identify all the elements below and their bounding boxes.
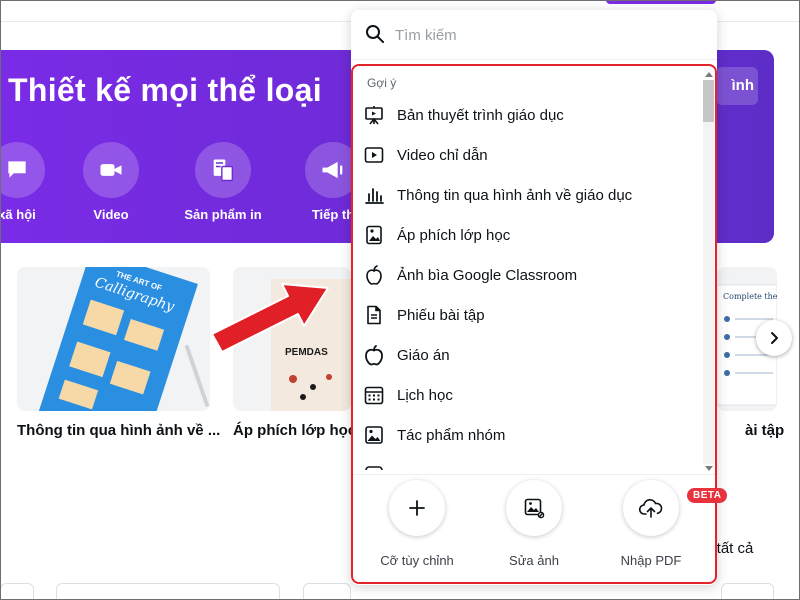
infographic-thumbnail: THE ART OF Calligraphy — [38, 267, 209, 411]
suggestion-item[interactable]: Bản thuyết trình giáo dục — [357, 95, 701, 135]
suggestion-label: Giáo án — [397, 346, 450, 364]
bottom-card-stub[interactable] — [721, 583, 774, 600]
calendar-icon — [363, 384, 385, 406]
template-label[interactable]: Áp phích lớp học — [233, 422, 356, 439]
category-print[interactable]: Sản phẩm in — [168, 142, 278, 222]
suggestion-item[interactable]: Áp phích lớp học — [357, 215, 701, 255]
action-label: Nhập PDF — [620, 553, 682, 568]
video-play-icon — [363, 144, 385, 166]
apple-icon — [363, 264, 385, 286]
template-label[interactable]: Thông tin qua hình ảnh về ... — [17, 422, 220, 439]
suggestion-list: Bản thuyết trình giáo dục Video chỉ dẫn … — [357, 95, 701, 455]
suggestion-item[interactable]: Phiếu bài tập — [357, 295, 701, 335]
svg-text:Complete the P: Complete the P — [723, 292, 777, 301]
bottom-card-stub[interactable] — [0, 583, 34, 600]
search-icon — [366, 25, 384, 43]
bottom-card-stub[interactable] — [56, 583, 280, 600]
action-label: Sửa ảnh — [509, 553, 559, 568]
suggestion-label: Thông tin qua hình ảnh về giáo dục — [397, 186, 633, 204]
banner-title: Thiết kế mọi thể loại — [8, 72, 322, 108]
suggestion-label: Bản thuyết trình giáo dục — [397, 106, 564, 124]
search-input[interactable] — [395, 23, 695, 47]
image-icon — [363, 424, 385, 446]
suggestion-label: Tác phẩm nhóm — [397, 426, 506, 444]
category-video[interactable]: Video — [56, 142, 166, 222]
suggestion-label: Ảnh bìa Google Classroom — [397, 266, 578, 284]
partial-list-item-icon — [363, 464, 385, 470]
suggestion-item[interactable]: Video chỉ dẫn — [357, 135, 701, 175]
template-card-infographic[interactable]: THE ART OF Calligraphy — [17, 267, 210, 411]
action-label: Cỡ tùy chỉnh — [380, 553, 454, 568]
banner-button[interactable]: ình — [716, 67, 758, 105]
category-label: Sản phẩm in — [184, 207, 262, 222]
cloud-upload-icon — [623, 480, 679, 536]
list-scrollbar[interactable] — [701, 70, 715, 474]
search-bar — [351, 10, 717, 60]
suggestion-item[interactable]: Tác phẩm nhóm — [357, 415, 701, 455]
beta-badge: BETA — [687, 488, 728, 503]
chevron-right-icon — [771, 332, 778, 344]
scrollbar-thumb[interactable] — [703, 80, 714, 122]
top-purple-tab[interactable] — [606, 0, 716, 4]
actions-divider — [353, 474, 715, 475]
chat-bubble-icon — [0, 142, 45, 198]
template-label[interactable]: ài tập — [745, 422, 784, 439]
carousel-next-button[interactable] — [756, 320, 792, 356]
presentation-board-icon — [363, 104, 385, 126]
edit-photo-icon — [506, 480, 562, 536]
poster-icon — [363, 224, 385, 246]
print-products-icon — [195, 142, 251, 198]
plus-icon — [389, 480, 445, 536]
suggestion-item[interactable]: Thông tin qua hình ảnh về giáo dục — [357, 175, 701, 215]
category-label: Video — [93, 207, 129, 222]
custom-size-button[interactable]: Cỡ tùy chỉnh — [362, 480, 472, 568]
video-camera-icon — [83, 142, 139, 198]
suggestion-item[interactable]: Lịch học — [357, 375, 701, 415]
suggestion-label: Video chỉ dẫn — [397, 146, 488, 164]
suggestion-label: Lịch học — [397, 386, 453, 404]
section-title: Gợi ý — [367, 76, 397, 90]
suggestion-label: Phiếu bài tập — [397, 306, 485, 324]
scroll-down-arrow-icon[interactable] — [705, 466, 713, 471]
scroll-up-arrow-icon[interactable] — [705, 72, 713, 77]
bar-chart-icon — [363, 184, 385, 206]
document-icon — [363, 304, 385, 326]
edit-photo-button[interactable]: Sửa ảnh — [479, 480, 589, 568]
apple-outline-icon — [363, 344, 385, 366]
create-design-dropdown: Gợi ý Bản thuyết trình giáo dục Video ch… — [351, 10, 728, 585]
bottom-card-stub[interactable] — [303, 583, 351, 600]
suggestion-label: Áp phích lớp học — [397, 226, 511, 244]
suggestion-item[interactable]: Ảnh bìa Google Classroom — [357, 255, 701, 295]
red-arrow-annotation — [211, 283, 329, 352]
scrollbar-track[interactable] — [703, 80, 714, 464]
suggestion-item[interactable]: Giáo án — [357, 335, 701, 375]
